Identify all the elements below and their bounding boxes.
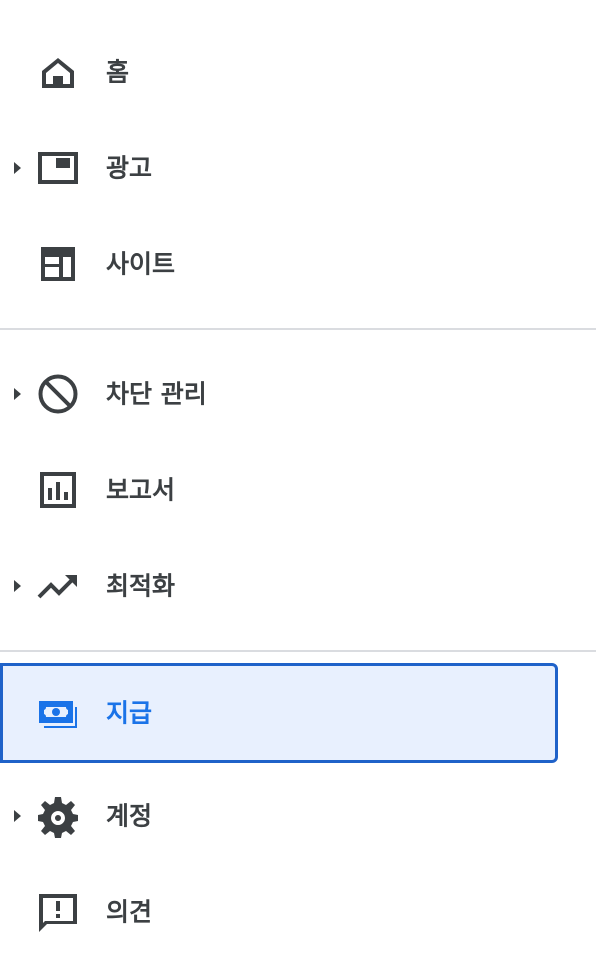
expand-caret-icon[interactable]: [14, 810, 21, 822]
sidebar-item-label: 사이트: [106, 249, 176, 279]
nav-divider: [0, 328, 596, 330]
payments-icon: [36, 691, 80, 735]
gear-icon: [36, 794, 80, 838]
expand-caret-icon[interactable]: [14, 388, 21, 400]
reports-icon: [36, 468, 80, 512]
trending-up-icon: [36, 564, 80, 608]
sidebar-item-optimization[interactable]: 최적화: [0, 538, 596, 634]
sidebar-item-ads[interactable]: 광고: [0, 120, 596, 216]
sidebar-item-sites[interactable]: 사이트: [0, 216, 596, 312]
sidebar-item-feedback[interactable]: 의견: [0, 864, 596, 960]
sidebar-item-label: 최적화: [106, 571, 176, 601]
active-item-highlight: [0, 663, 558, 763]
home-icon: [36, 50, 80, 94]
sidebar-item-label: 홈: [106, 57, 130, 87]
sidebar-item-payments[interactable]: 지급: [0, 663, 596, 763]
sidebar-item-home[interactable]: 홈: [0, 24, 596, 120]
sidebar-item-label: 지급: [106, 698, 153, 728]
sidebar-item-label: 차단 관리: [106, 379, 207, 409]
sidebar-item-label: 계정: [106, 801, 153, 831]
sidebar-item-label: 보고서: [106, 475, 176, 505]
sidebar-item-reports[interactable]: 보고서: [0, 442, 596, 538]
expand-caret-icon[interactable]: [14, 580, 21, 592]
sidebar-nav: 홈 광고 사이트 차단 관리 보고서 최적화 지급 계정 의견: [0, 24, 596, 960]
sites-icon: [36, 242, 80, 286]
sidebar-item-label: 의견: [106, 897, 153, 927]
block-icon: [36, 372, 80, 416]
feedback-icon: [36, 890, 80, 934]
nav-divider: [0, 650, 596, 652]
sidebar-item-blocking-controls[interactable]: 차단 관리: [0, 346, 596, 442]
ads-icon: [36, 146, 80, 190]
sidebar-item-label: 광고: [106, 153, 153, 183]
sidebar-item-account[interactable]: 계정: [0, 768, 596, 864]
expand-caret-icon[interactable]: [14, 162, 21, 174]
